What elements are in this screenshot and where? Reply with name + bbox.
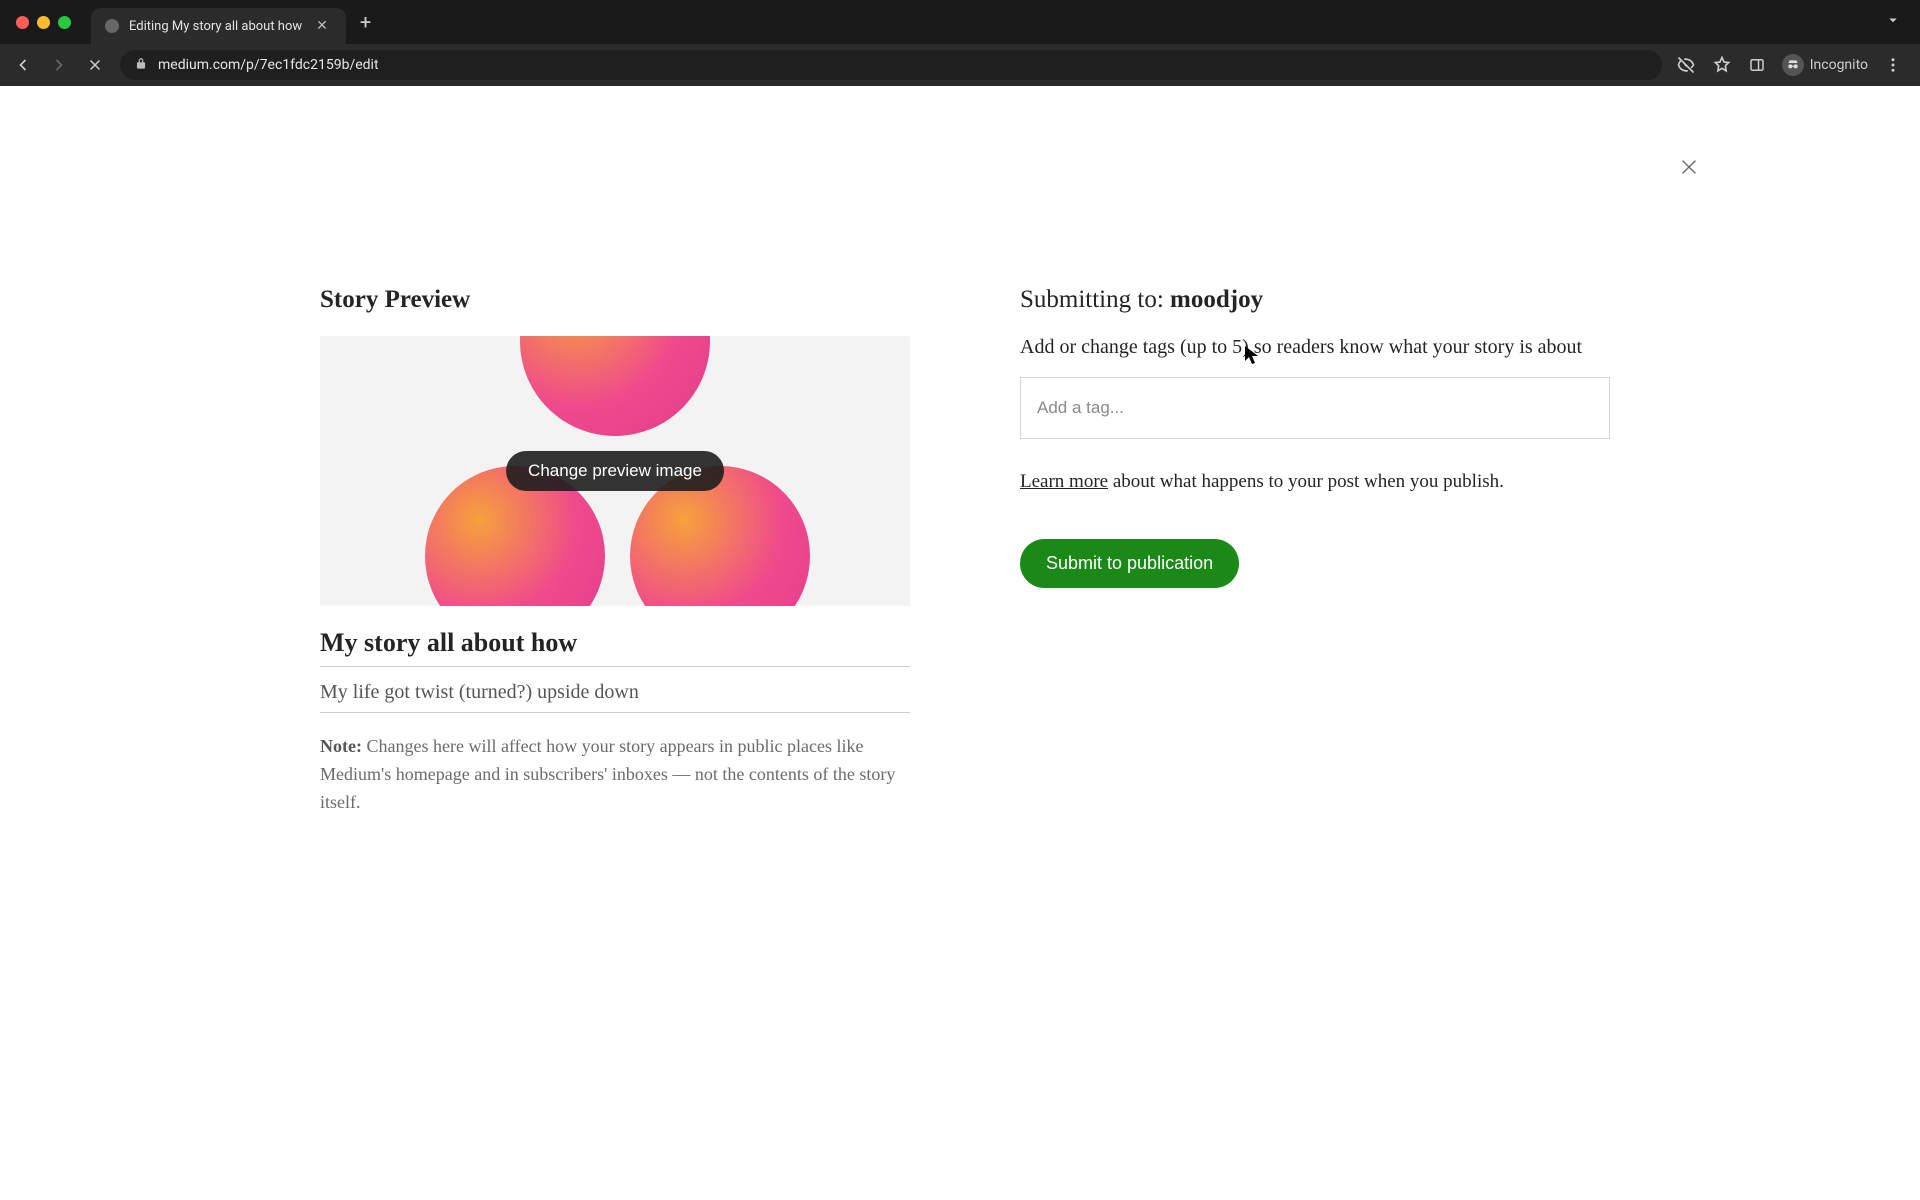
submit-to-publication-button[interactable]: Submit to publication: [1020, 539, 1239, 588]
window-controls: [16, 16, 71, 29]
change-preview-image-button[interactable]: Change preview image: [506, 451, 724, 491]
story-title-input[interactable]: [320, 606, 910, 667]
browser-tab[interactable]: Editing My story all about how ✕: [91, 8, 346, 44]
story-preview-heading: Story Preview: [320, 286, 910, 314]
incognito-profile[interactable]: Incognito: [1782, 54, 1868, 76]
toolbar-right-icons: Incognito: [1676, 54, 1908, 76]
tag-input[interactable]: [1037, 398, 1593, 418]
submitting-to-heading: Submitting to: moodjoy: [1020, 286, 1610, 314]
note-label: Note:: [320, 736, 362, 756]
forward-button: [48, 54, 70, 76]
page-content: Story Preview Change preview image Note:…: [0, 86, 1920, 1200]
story-subtitle-input[interactable]: [320, 667, 910, 713]
tab-bar: Editing My story all about how ✕ +: [0, 0, 1920, 44]
url-text: medium.com/p/7ec1fdc2159b/edit: [158, 57, 379, 73]
back-button[interactable]: [12, 54, 34, 76]
window-minimize-icon[interactable]: [37, 16, 50, 29]
lock-icon: [134, 56, 148, 75]
submitting-to-label: Submitting to:: [1020, 286, 1170, 313]
window-close-icon[interactable]: [16, 16, 29, 29]
note-text: Changes here will affect how your story …: [320, 736, 895, 812]
learn-more-rest: about what happens to your post when you…: [1108, 471, 1504, 492]
tab-close-icon[interactable]: ✕: [312, 18, 332, 34]
new-tab-button[interactable]: +: [346, 10, 385, 34]
bookmark-star-icon[interactable]: [1712, 55, 1732, 75]
stop-reload-button[interactable]: [84, 54, 106, 76]
panel-icon[interactable]: [1748, 56, 1766, 74]
browser-chrome: Editing My story all about how ✕ + mediu…: [0, 0, 1920, 86]
preview-image: Change preview image: [320, 336, 910, 606]
tab-favicon-icon: [105, 19, 119, 33]
publication-name: moodjoy: [1170, 286, 1263, 313]
tab-title: Editing My story all about how: [129, 19, 302, 34]
close-dialog-button[interactable]: [1678, 156, 1700, 182]
learn-more-link[interactable]: Learn more: [1020, 471, 1108, 492]
incognito-icon: [1782, 54, 1804, 76]
kebab-menu-icon[interactable]: [1884, 56, 1902, 74]
browser-toolbar: medium.com/p/7ec1fdc2159b/edit Incognito: [0, 44, 1920, 86]
window-maximize-icon[interactable]: [58, 16, 71, 29]
tags-hint-text: Add or change tags (up to 5) so readers …: [1020, 336, 1610, 359]
eye-off-icon[interactable]: [1676, 55, 1696, 75]
incognito-label: Incognito: [1810, 57, 1868, 73]
preview-note: Note: Changes here will affect how your …: [320, 733, 910, 817]
address-bar[interactable]: medium.com/p/7ec1fdc2159b/edit: [120, 50, 1662, 80]
tags-input-container[interactable]: [1020, 377, 1610, 439]
cursor-icon: [1245, 346, 1261, 368]
learn-more-text: Learn more about what happens to your po…: [1020, 471, 1610, 493]
preview-blob-icon: [520, 336, 710, 436]
tabs-dropdown-icon[interactable]: [1876, 11, 1910, 33]
